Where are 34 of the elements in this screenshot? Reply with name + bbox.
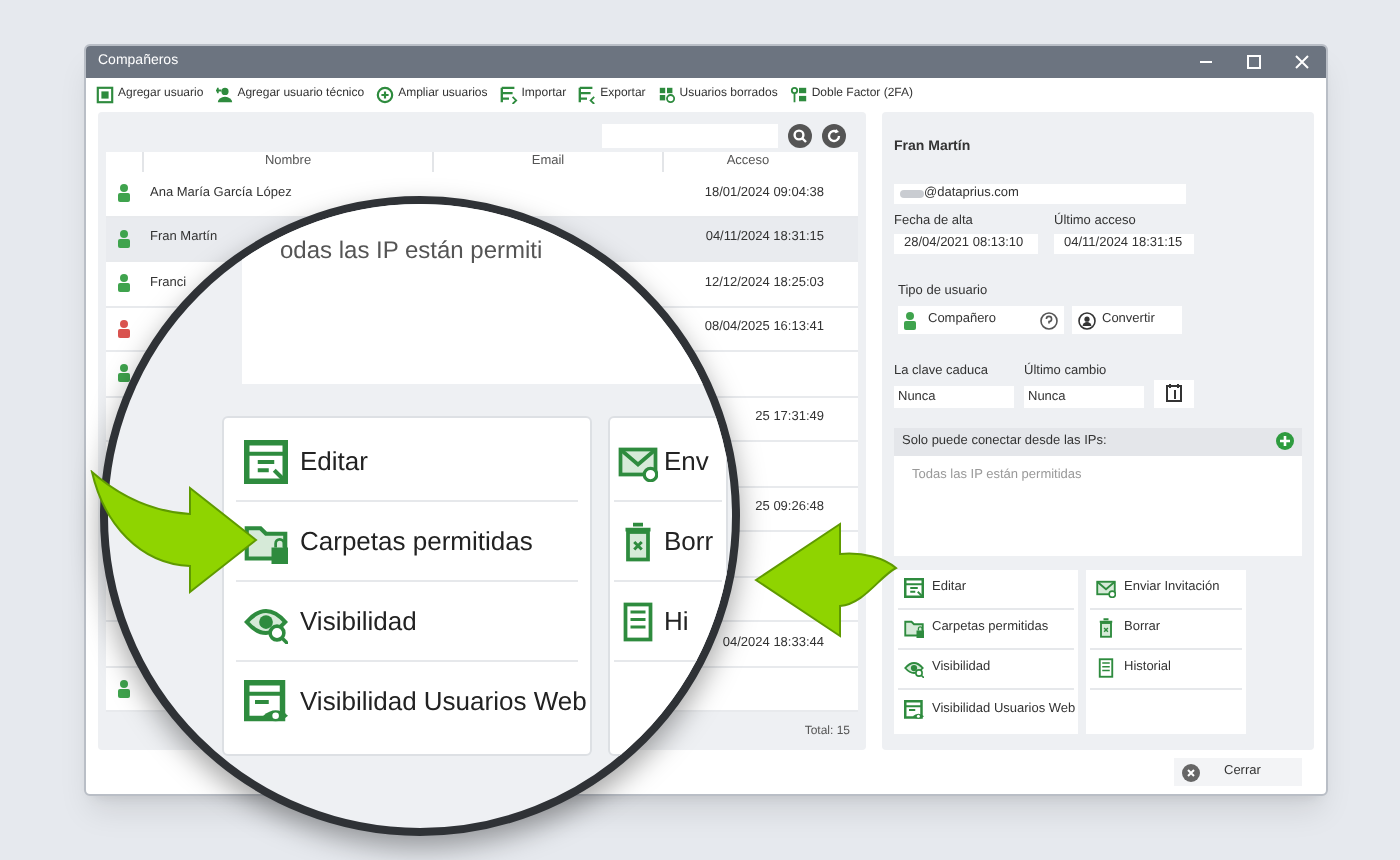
blurred-text [900, 189, 924, 197]
action-item[interactable]: Env [614, 422, 722, 502]
user-icon [904, 311, 916, 329]
action-item[interactable]: Visibilidad [236, 582, 578, 662]
list-arrow-icon [499, 86, 518, 104]
refresh-icon[interactable] [822, 124, 846, 148]
add-icon[interactable] [1276, 432, 1294, 451]
key-grid-icon [789, 86, 808, 104]
plus-circle-icon [376, 86, 395, 104]
user-card-icon [96, 86, 114, 104]
calendar-button[interactable] [1154, 379, 1194, 408]
user-plus-icon [215, 86, 234, 104]
close-icon [1182, 763, 1200, 781]
table-pen-icon [244, 439, 288, 483]
list-arrow-icon [578, 86, 597, 104]
action-item[interactable]: Editar [236, 422, 578, 502]
calendar-icon [1166, 384, 1182, 403]
user-swap-icon [1078, 311, 1096, 329]
curved-arrow [754, 522, 898, 638]
envelope-icon [1096, 578, 1116, 599]
action-item[interactable]: Borr [614, 502, 722, 582]
eye-search-icon [904, 658, 924, 679]
empty-list-text: odas las IP están permiti [280, 234, 543, 268]
folder-lock-icon [904, 618, 924, 639]
action-item[interactable]: Hi [614, 582, 722, 662]
help-icon[interactable] [1040, 311, 1058, 329]
table-pen-icon [904, 578, 924, 599]
trash-icon [1096, 618, 1116, 639]
grid-icon [657, 86, 676, 104]
table-eye-icon [244, 680, 288, 724]
list-icon [1096, 658, 1116, 679]
list-icon [618, 601, 658, 641]
table-eye-icon [904, 699, 924, 720]
search-icon[interactable] [788, 124, 812, 148]
